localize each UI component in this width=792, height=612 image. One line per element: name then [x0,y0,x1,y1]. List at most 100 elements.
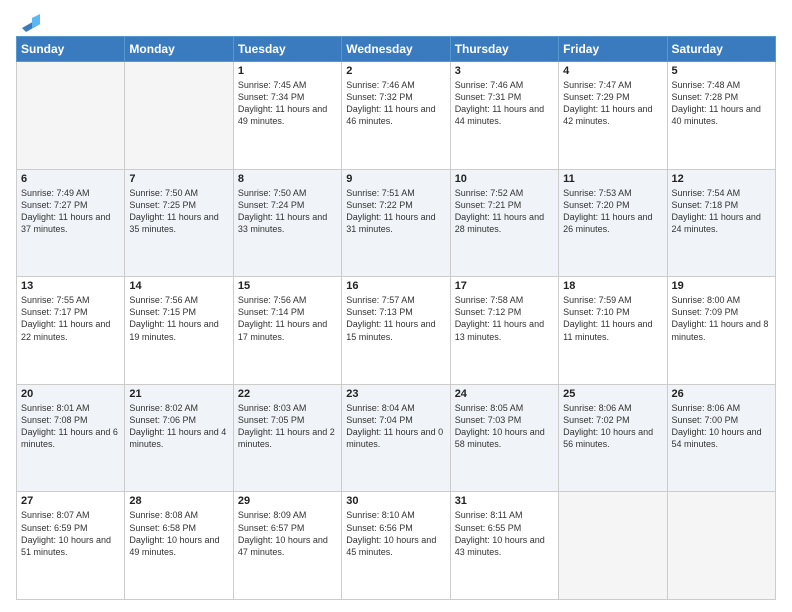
cell-info: Sunrise: 7:51 AMSunset: 7:22 PMDaylight:… [346,188,435,234]
weekday-header: Monday [125,37,233,62]
calendar-cell: 19 Sunrise: 8:00 AMSunset: 7:09 PMDayligh… [667,277,775,385]
cell-info: Sunrise: 7:50 AMSunset: 7:24 PMDaylight:… [238,188,327,234]
cell-info: Sunrise: 8:06 AMSunset: 7:02 PMDaylight:… [563,403,653,449]
calendar-cell: 20 Sunrise: 8:01 AMSunset: 7:08 PMDayligh… [17,384,125,492]
day-number: 24 [455,388,554,400]
cell-info: Sunrise: 7:54 AMSunset: 7:18 PMDaylight:… [672,188,761,234]
day-number: 19 [672,280,771,292]
calendar-cell: 13Sunrise: 7:55 AMSunset: 7:17 PMDayligh… [17,277,125,385]
cell-info: Sunrise: 8:08 AMSunset: 6:58 PMDaylight:… [129,510,219,556]
calendar-cell: 17 Sunrise: 7:58 AMSunset: 7:12 PMDayligh… [450,277,558,385]
calendar-cell: 15Sunrise: 7:56 AMSunset: 7:14 PMDayligh… [233,277,341,385]
day-number: 26 [672,388,771,400]
day-number: 8 [238,173,337,185]
cell-info: Sunrise: 8:01 AMSunset: 7:08 PMDaylight:… [21,403,118,449]
calendar-cell: 8 Sunrise: 7:50 AMSunset: 7:24 PMDaylight… [233,169,341,277]
calendar-week-row: 27 Sunrise: 8:07 AMSunset: 6:59 PMDayligh… [17,492,776,600]
calendar-week-row: 1Sunrise: 7:45 AMSunset: 7:34 PMDaylight… [17,62,776,170]
cell-info: Sunrise: 8:03 AMSunset: 7:05 PMDaylight:… [238,403,335,449]
calendar-cell: 25 Sunrise: 8:06 AMSunset: 7:02 PMDayligh… [559,384,667,492]
cell-info: Sunrise: 7:49 AMSunset: 7:27 PMDaylight:… [21,188,110,234]
logo [16,12,40,28]
calendar-cell: 6 Sunrise: 7:49 AMSunset: 7:27 PMDaylight… [17,169,125,277]
day-number: 9 [346,173,445,185]
day-number: 27 [21,495,120,507]
calendar-cell: 29Sunrise: 8:09 AMSunset: 6:57 PMDayligh… [233,492,341,600]
day-number: 4 [563,65,662,77]
calendar-cell: 14 Sunrise: 7:56 AMSunset: 7:15 PMDayligh… [125,277,233,385]
page: SundayMondayTuesdayWednesdayThursdayFrid… [0,0,792,612]
calendar-cell: 18Sunrise: 7:59 AMSunset: 7:10 PMDayligh… [559,277,667,385]
day-number: 2 [346,65,445,77]
weekday-header: Friday [559,37,667,62]
day-number: 14 [129,280,228,292]
cell-info: Sunrise: 8:06 AMSunset: 7:00 PMDaylight:… [672,403,762,449]
calendar-cell: 27 Sunrise: 8:07 AMSunset: 6:59 PMDayligh… [17,492,125,600]
cell-info: Sunrise: 7:48 AMSunset: 7:28 PMDaylight:… [672,80,761,126]
cell-info: Sunrise: 8:00 AMSunset: 7:09 PMDaylight:… [672,295,769,341]
calendar-cell [125,62,233,170]
day-number: 11 [563,173,662,185]
calendar-cell: 28 Sunrise: 8:08 AMSunset: 6:58 PMDayligh… [125,492,233,600]
weekday-header: Thursday [450,37,558,62]
calendar-cell: 23 Sunrise: 8:04 AMSunset: 7:04 PMDayligh… [342,384,450,492]
header [16,12,776,28]
logo-icon [18,10,40,32]
cell-info: Sunrise: 8:07 AMSunset: 6:59 PMDaylight:… [21,510,111,556]
calendar-cell: 2 Sunrise: 7:46 AMSunset: 7:32 PMDaylight… [342,62,450,170]
day-number: 6 [21,173,120,185]
day-number: 12 [672,173,771,185]
calendar-cell: 4 Sunrise: 7:47 AMSunset: 7:29 PMDaylight… [559,62,667,170]
day-number: 17 [455,280,554,292]
calendar-cell: 1Sunrise: 7:45 AMSunset: 7:34 PMDaylight… [233,62,341,170]
calendar-cell: 5 Sunrise: 7:48 AMSunset: 7:28 PMDaylight… [667,62,775,170]
day-number: 28 [129,495,228,507]
day-number: 3 [455,65,554,77]
cell-info: Sunrise: 8:10 AMSunset: 6:56 PMDaylight:… [346,510,436,556]
calendar-cell: 12 Sunrise: 7:54 AMSunset: 7:18 PMDayligh… [667,169,775,277]
calendar-cell [667,492,775,600]
calendar-cell: 31 Sunrise: 8:11 AMSunset: 6:55 PMDayligh… [450,492,558,600]
cell-info: Sunrise: 7:53 AMSunset: 7:20 PMDaylight:… [563,188,652,234]
day-number: 18 [563,280,662,292]
calendar-cell: 11 Sunrise: 7:53 AMSunset: 7:20 PMDayligh… [559,169,667,277]
day-number: 23 [346,388,445,400]
calendar-cell: 7 Sunrise: 7:50 AMSunset: 7:25 PMDaylight… [125,169,233,277]
calendar-cell: 10Sunrise: 7:52 AMSunset: 7:21 PMDayligh… [450,169,558,277]
day-number: 7 [129,173,228,185]
calendar-cell: 24 Sunrise: 8:05 AMSunset: 7:03 PMDayligh… [450,384,558,492]
calendar-cell: 9 Sunrise: 7:51 AMSunset: 7:22 PMDaylight… [342,169,450,277]
weekday-header: Sunday [17,37,125,62]
cell-info: Sunrise: 7:50 AMSunset: 7:25 PMDaylight:… [129,188,218,234]
calendar-cell [17,62,125,170]
cell-info: Sunrise: 8:05 AMSunset: 7:03 PMDaylight:… [455,403,545,449]
cell-info: Sunrise: 7:46 AMSunset: 7:31 PMDaylight:… [455,80,544,126]
cell-info: Sunrise: 8:11 AMSunset: 6:55 PMDaylight:… [455,510,545,556]
day-number: 20 [21,388,120,400]
cell-info: Sunrise: 7:47 AMSunset: 7:29 PMDaylight:… [563,80,652,126]
calendar-cell [559,492,667,600]
calendar-cell: 16 Sunrise: 7:57 AMSunset: 7:13 PMDayligh… [342,277,450,385]
day-number: 16 [346,280,445,292]
day-number: 31 [455,495,554,507]
day-number: 10 [455,173,554,185]
weekday-header: Saturday [667,37,775,62]
cell-info: Sunrise: 7:46 AMSunset: 7:32 PMDaylight:… [346,80,435,126]
cell-info: Sunrise: 7:55 AMSunset: 7:17 PMDaylight:… [21,295,110,341]
cell-info: Sunrise: 7:57 AMSunset: 7:13 PMDaylight:… [346,295,435,341]
weekday-header: Tuesday [233,37,341,62]
day-number: 21 [129,388,228,400]
cell-info: Sunrise: 8:09 AMSunset: 6:57 PMDaylight:… [238,510,328,556]
day-number: 5 [672,65,771,77]
day-number: 22 [238,388,337,400]
calendar: SundayMondayTuesdayWednesdayThursdayFrid… [16,36,776,600]
calendar-week-row: 6 Sunrise: 7:49 AMSunset: 7:27 PMDaylight… [17,169,776,277]
cell-info: Sunrise: 8:02 AMSunset: 7:06 PMDaylight:… [129,403,226,449]
day-number: 25 [563,388,662,400]
cell-info: Sunrise: 7:58 AMSunset: 7:12 PMDaylight:… [455,295,544,341]
calendar-cell: 22 Sunrise: 8:03 AMSunset: 7:05 PMDayligh… [233,384,341,492]
cell-info: Sunrise: 8:04 AMSunset: 7:04 PMDaylight:… [346,403,443,449]
day-number: 15 [238,280,337,292]
weekday-header-row: SundayMondayTuesdayWednesdayThursdayFrid… [17,37,776,62]
cell-info: Sunrise: 7:56 AMSunset: 7:15 PMDaylight:… [129,295,218,341]
